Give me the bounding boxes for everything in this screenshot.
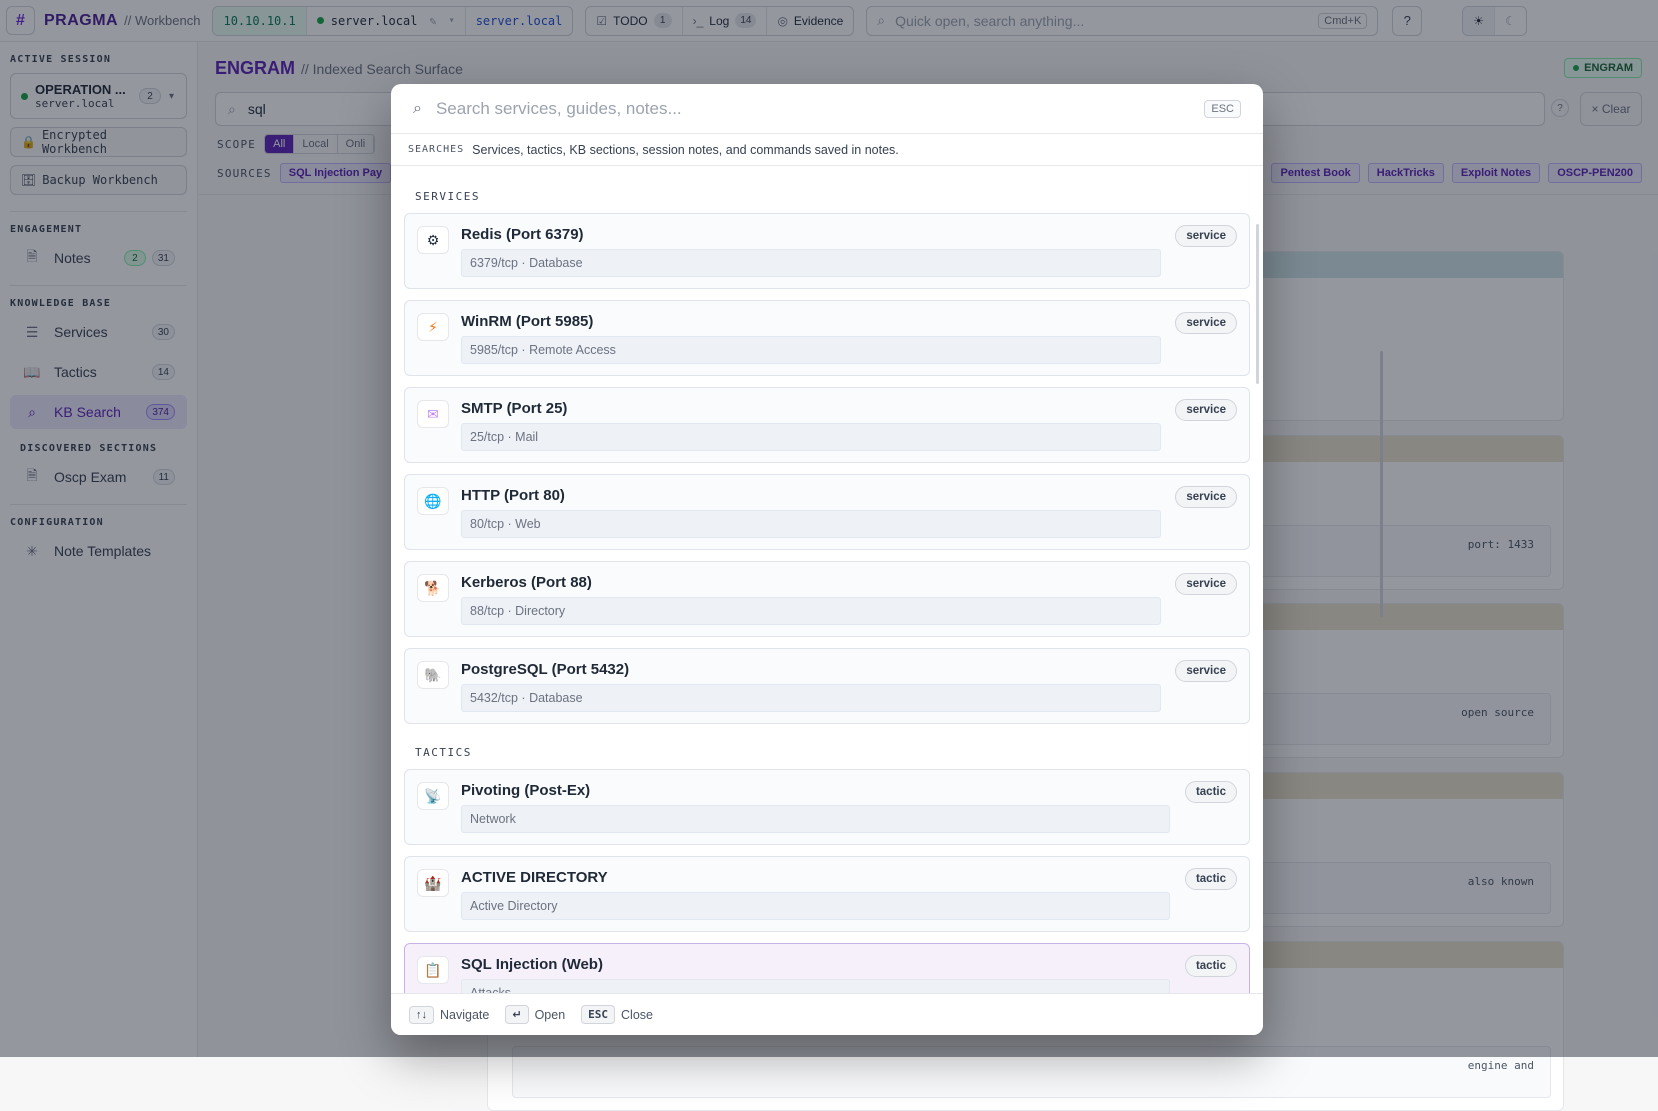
clipboard-icon: 📋	[417, 956, 449, 984]
result-item[interactable]: 🐘 PostgreSQL (Port 5432) 5432/tcp · Data…	[404, 648, 1250, 724]
navigate-label: Navigate	[440, 1008, 489, 1022]
palette-footer: ↑↓ Navigate ↵ Open ESC Close	[391, 993, 1263, 1035]
result-title: Pivoting (Post-Ex)	[461, 782, 590, 799]
esc-hint[interactable]: ESC	[1204, 100, 1241, 118]
castle-icon: 🏰	[417, 869, 449, 897]
open-key: ↵	[505, 1005, 528, 1024]
open-label: Open	[535, 1008, 566, 1022]
gear-icon: ⚙	[417, 226, 449, 254]
navigate-key: ↑↓	[409, 1006, 434, 1024]
result-title: PostgreSQL (Port 5432)	[461, 661, 629, 678]
result-item-selected[interactable]: 📋 SQL Injection (Web) Attacks tactic	[404, 943, 1250, 993]
result-item[interactable]: 🏰 ACTIVE DIRECTORY Active Directory tact…	[404, 856, 1250, 932]
result-type-tag: tactic	[1185, 955, 1237, 977]
elephant-icon: 🐘	[417, 661, 449, 689]
command-palette: ⌕ ESC SEARCHES Services, tactics, KB sec…	[391, 84, 1263, 1035]
result-title: SQL Injection (Web)	[461, 956, 603, 973]
result-title: HTTP (Port 80)	[461, 487, 565, 504]
palette-search-bar: ⌕ ESC	[391, 84, 1263, 134]
result-title: Kerberos (Port 88)	[461, 574, 592, 591]
group-title-tactics: TACTICS	[415, 746, 1250, 759]
palette-results: SERVICES ⚙ Redis (Port 6379) 6379/tcp · …	[391, 166, 1263, 993]
result-item[interactable]: ⚡ WinRM (Port 5985) 5985/tcp · Remote Ac…	[404, 300, 1250, 376]
result-subtitle: 6379/tcp · Database	[461, 249, 1161, 277]
result-type-tag: tactic	[1185, 781, 1237, 803]
antenna-icon: 📡	[417, 782, 449, 810]
palette-search-input[interactable]	[436, 99, 1204, 119]
result-subtitle: Network	[461, 805, 1170, 833]
result-item[interactable]: 📡 Pivoting (Post-Ex) Network tactic	[404, 769, 1250, 845]
result-type-tag: service	[1175, 573, 1237, 595]
result-subtitle: Active Directory	[461, 892, 1170, 920]
result-subtitle: 5985/tcp · Remote Access	[461, 336, 1161, 364]
result-item[interactable]: 🌐 HTTP (Port 80) 80/tcp · Web service	[404, 474, 1250, 550]
result-title: SMTP (Port 25)	[461, 400, 567, 417]
mail-icon: ✉	[417, 400, 449, 428]
lightning-icon: ⚡	[417, 313, 449, 341]
palette-hint: SEARCHES Services, tactics, KB sections,…	[391, 134, 1263, 166]
result-item[interactable]: ✉ SMTP (Port 25) 25/tcp · Mail service	[404, 387, 1250, 463]
result-subtitle: 88/tcp · Directory	[461, 597, 1161, 625]
result-subtitle: Attacks	[461, 979, 1170, 993]
result-type-tag: service	[1175, 399, 1237, 421]
result-type-tag: service	[1175, 486, 1237, 508]
result-subtitle: 25/tcp · Mail	[461, 423, 1161, 451]
result-title: Redis (Port 6379)	[461, 226, 584, 243]
globe-icon: 🌐	[417, 487, 449, 515]
close-key: ESC	[581, 1005, 615, 1024]
search-icon: ⌕	[413, 100, 422, 118]
hint-key: SEARCHES	[408, 144, 464, 155]
result-subtitle: 5432/tcp · Database	[461, 684, 1161, 712]
result-subtitle: 80/tcp · Web	[461, 510, 1161, 538]
palette-scrollbar[interactable]	[1256, 224, 1259, 384]
group-title-services: SERVICES	[415, 190, 1250, 203]
hint-text: Services, tactics, KB sections, session …	[472, 143, 899, 157]
result-title: WinRM (Port 5985)	[461, 313, 593, 330]
result-type-tag: service	[1175, 660, 1237, 682]
dog-icon: 🐕	[417, 574, 449, 602]
result-item[interactable]: 🐕 Kerberos (Port 88) 88/tcp · Directory …	[404, 561, 1250, 637]
result-item[interactable]: ⚙ Redis (Port 6379) 6379/tcp · Database …	[404, 213, 1250, 289]
result-title: ACTIVE DIRECTORY	[461, 869, 608, 886]
result-type-tag: service	[1175, 225, 1237, 247]
result-type-tag: tactic	[1185, 868, 1237, 890]
close-label: Close	[621, 1008, 653, 1022]
result-type-tag: service	[1175, 312, 1237, 334]
